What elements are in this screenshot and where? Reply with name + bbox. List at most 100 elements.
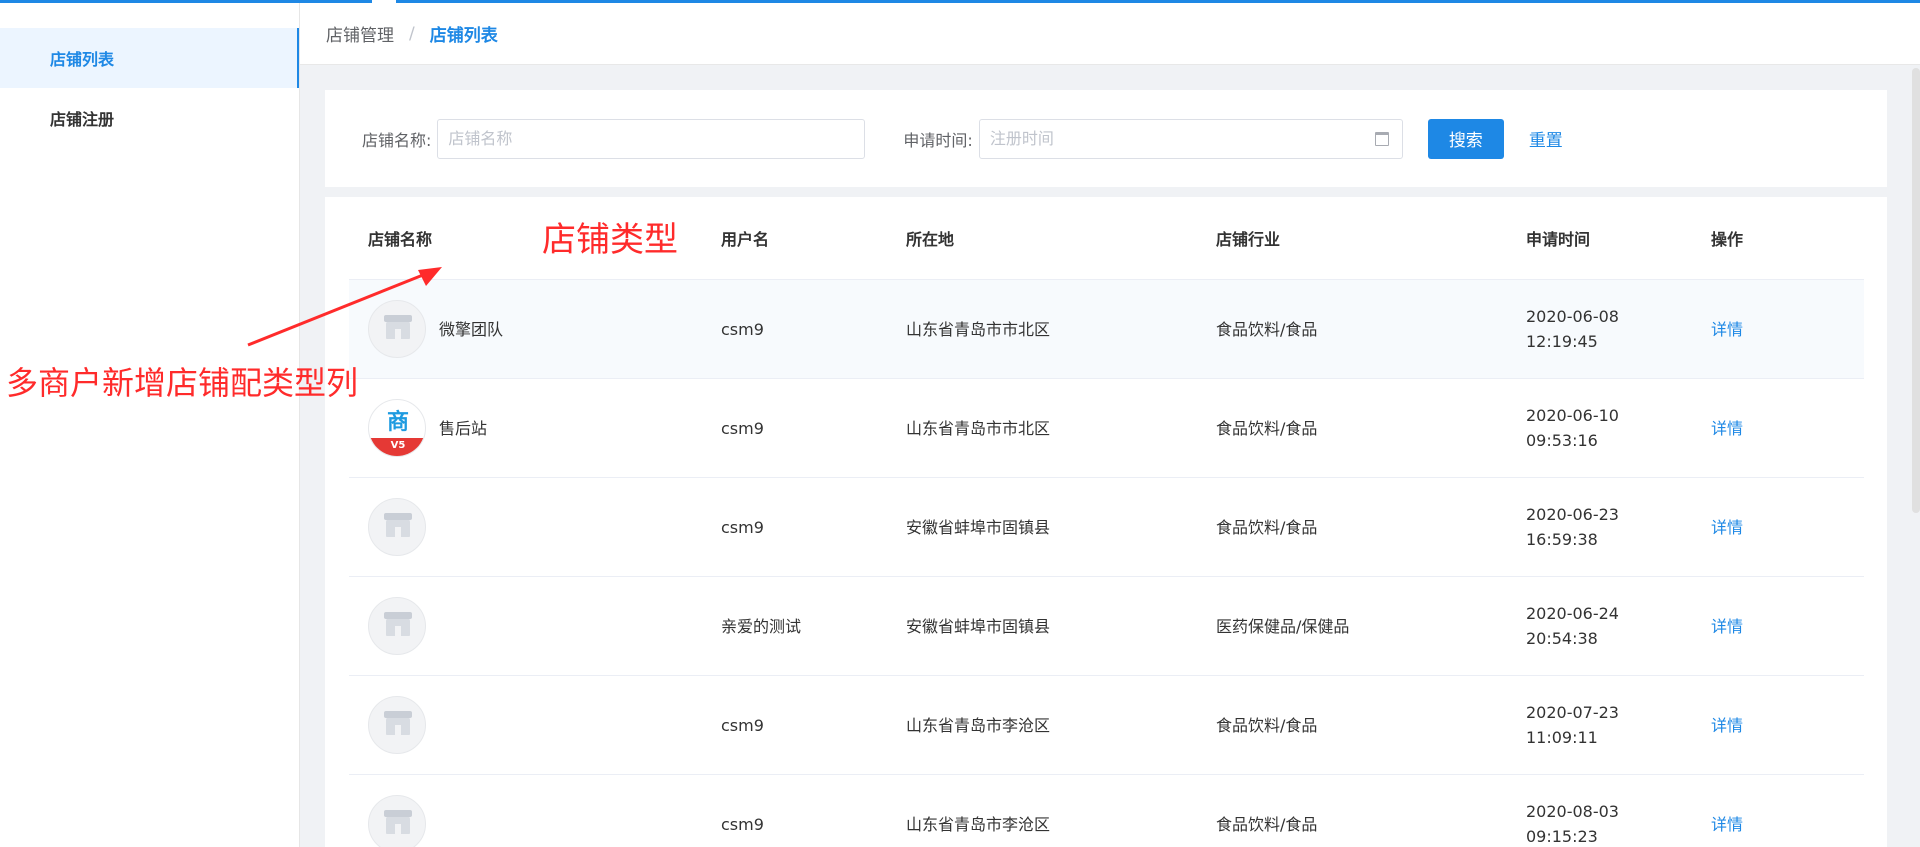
username-cell: csm9 [721,319,764,339]
shop-name-cell [349,498,721,556]
annotation-note: 多商户新增店铺配类型列 [6,364,359,402]
detail-link[interactable]: 详情 [1711,716,1743,735]
location-cell: 安徽省蚌埠市固镇县 [906,517,1051,537]
sidebar-item-shop-list[interactable]: 店铺列表 [0,28,299,88]
action-cell: 详情 [1711,317,1861,342]
location-cell: 安徽省蚌埠市固镇县 [906,616,1051,636]
table-row: csm9 山东省青岛市李沧区 食品饮料/食品 2020-08-03 09:15:2… [349,775,1864,847]
breadcrumb-parent[interactable]: 店铺管理 [326,21,394,46]
store-icon [384,810,412,834]
shop-avatar [368,696,426,754]
shop-name-input[interactable] [437,118,866,159]
breadcrumb-separator: / [409,23,415,44]
sidebar-item-shop-register[interactable]: 店铺注册 [0,88,299,148]
shop-name-cell [349,597,721,655]
location-cell: 山东省青岛市李沧区 [906,715,1051,735]
location-cell: 山东省青岛市市北区 [906,319,1051,339]
apply-date: 2020-08-03 [1526,802,1619,821]
search-panel: 店铺名称: 申请时间: 搜索 重置 [325,90,1887,187]
location-cell: 山东省青岛市李沧区 [906,814,1051,834]
detail-link[interactable]: 详情 [1711,518,1743,537]
apply-clock: 16:59:38 [1526,530,1598,549]
header-apply-time: 申请时间 [1526,230,1591,249]
table-row: 商 V5 售后站 csm9 山东省青岛市市北区 食品饮料/食品 2020-06-… [349,379,1864,478]
apply-date: 2020-06-24 [1526,604,1619,623]
page-scrollbar[interactable] [1912,68,1920,513]
sidebar-item-label: 店铺列表 [50,50,115,69]
annotation-arrow-icon [247,267,442,347]
apply-time-input[interactable] [978,118,1403,159]
store-icon [384,612,412,636]
apply-clock: 09:53:16 [1526,431,1598,450]
action-cell: 详情 [1711,416,1861,441]
apply-time-picker[interactable] [978,118,1403,159]
apply-time-label: 申请时间: [903,130,973,150]
action-cell: 详情 [1711,812,1861,837]
shop-name-cell: 商 V5 售后站 [349,399,721,457]
apply-time-cell: 2020-08-03 09:15:23 [1526,799,1711,847]
industry-cell: 食品饮料/食品 [1216,715,1318,735]
username-cell: 亲爱的测试 [721,616,802,636]
detail-link[interactable]: 详情 [1711,617,1743,636]
header-industry: 店铺行业 [1216,230,1281,249]
annotation-shop-type: 店铺类型 [542,220,678,260]
shop-name: 售后站 [439,418,488,438]
detail-link[interactable]: 详情 [1711,320,1743,339]
mall-logo-glyph: 商 [386,410,409,435]
detail-link[interactable]: 详情 [1711,419,1743,438]
shop-table-panel: 店铺名称 用户名 所在地 店铺行业 申请时间 操作 微擎团队 csm9 山东省青… [325,197,1887,847]
username-cell: csm9 [721,715,764,735]
apply-clock: 09:15:23 [1526,827,1598,846]
industry-cell: 医药保健品/保健品 [1216,616,1350,636]
sidebar: 店铺列表 店铺注册 [0,3,300,847]
industry-cell: 食品饮料/食品 [1216,517,1318,537]
shop-name-cell [349,696,721,754]
apply-time-cell: 2020-06-08 12:19:45 [1526,304,1711,354]
apply-clock: 12:19:45 [1526,332,1598,351]
apply-clock: 20:54:38 [1526,629,1598,648]
username-cell: csm9 [721,418,764,438]
apply-time-cell: 2020-06-10 09:53:16 [1526,403,1711,453]
table-row: csm9 山东省青岛市李沧区 食品饮料/食品 2020-07-23 11:09:1… [349,676,1864,775]
action-cell: 详情 [1711,713,1861,738]
apply-date: 2020-07-23 [1526,703,1619,722]
location-cell: 山东省青岛市市北区 [906,418,1051,438]
calendar-icon[interactable] [1374,131,1389,146]
table-row: csm9 安徽省蚌埠市固镇县 食品饮料/食品 2020-06-23 16:59:3… [349,478,1864,577]
table-row: 微擎团队 csm9 山东省青岛市市北区 食品饮料/食品 2020-06-08 12… [349,280,1864,379]
sidebar-item-label: 店铺注册 [50,110,115,129]
apply-date: 2020-06-23 [1526,505,1619,524]
shop-name-label: 店铺名称: [362,130,432,150]
table-row: 亲爱的测试 安徽省蚌埠市固镇县 医药保健品/保健品 2020-06-24 20:5… [349,577,1864,676]
header-action: 操作 [1711,230,1744,249]
shop-avatar [368,795,426,847]
breadcrumb-current: 店铺列表 [429,26,498,46]
apply-clock: 11:09:11 [1526,728,1598,747]
username-cell: csm9 [721,517,764,537]
action-cell: 详情 [1711,515,1861,540]
shop-name-cell [349,795,721,847]
mall-logo-badge: V5 [369,438,425,456]
apply-time-cell: 2020-06-23 16:59:38 [1526,502,1711,552]
detail-link[interactable]: 详情 [1711,815,1743,834]
shop-avatar [368,498,426,556]
industry-cell: 食品饮料/食品 [1216,319,1318,339]
mall-logo-avatar: 商 V5 [368,399,426,457]
breadcrumb: 店铺管理 / 店铺列表 [300,3,1920,65]
apply-date: 2020-06-08 [1526,307,1619,326]
search-button[interactable]: 搜索 [1427,118,1504,159]
username-cell: csm9 [721,814,764,834]
shop-table: 店铺名称 用户名 所在地 店铺行业 申请时间 操作 微擎团队 csm9 山东省青… [349,197,1864,847]
apply-time-cell: 2020-07-23 11:09:11 [1526,700,1711,750]
store-icon [384,711,412,735]
shop-avatar [368,597,426,655]
industry-cell: 食品饮料/食品 [1216,418,1318,438]
main-content: 店铺管理 / 店铺列表 店铺名称: 申请时间: 搜索 重置 店铺名称 用户名 所… [300,3,1920,847]
header-username: 用户名 [721,230,770,249]
apply-time-cell: 2020-06-24 20:54:38 [1526,601,1711,651]
store-icon [384,513,412,537]
industry-cell: 食品饮料/食品 [1216,814,1318,834]
action-cell: 详情 [1711,614,1861,639]
apply-date: 2020-06-10 [1526,406,1619,425]
reset-link[interactable]: 重置 [1529,126,1563,151]
